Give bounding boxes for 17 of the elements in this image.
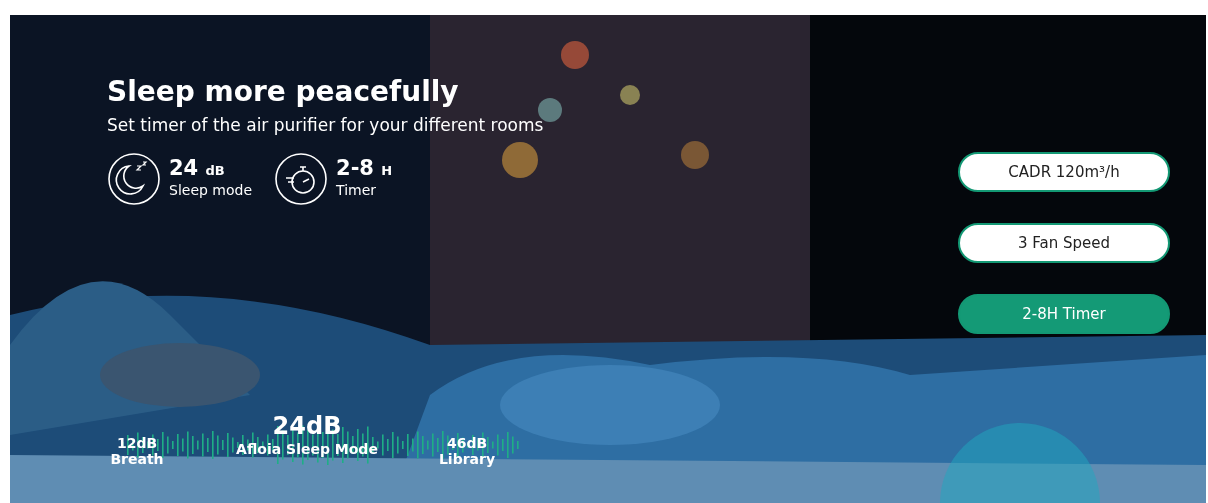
feature-label: Timer [336,181,378,201]
noise-value: 24dB [271,413,343,441]
noise-label: Breath [109,451,165,468]
stopwatch-icon [274,152,329,207]
feature-label: Sleep mode [169,181,253,201]
sleep-icon [107,152,161,207]
noise-value: 46dB [445,435,489,452]
noise-value: 12dB [115,435,159,452]
feature-pill[interactable]: CADR 120m³/h [958,152,1170,192]
noise-label: Library [437,451,497,468]
noise-label: Afloia Sleep Mode [235,440,379,457]
headline: Sleep more peacefully [107,75,460,109]
feature-pill[interactable]: 3 Fan Speed [958,223,1170,263]
feature-value: 2-8 H [336,157,393,181]
feature-value: 24 dB [169,157,226,181]
feature-pill[interactable]: 2-8H Timer [958,294,1170,334]
subtitle: Set timer of the air purifier for your different rooms [107,113,544,137]
